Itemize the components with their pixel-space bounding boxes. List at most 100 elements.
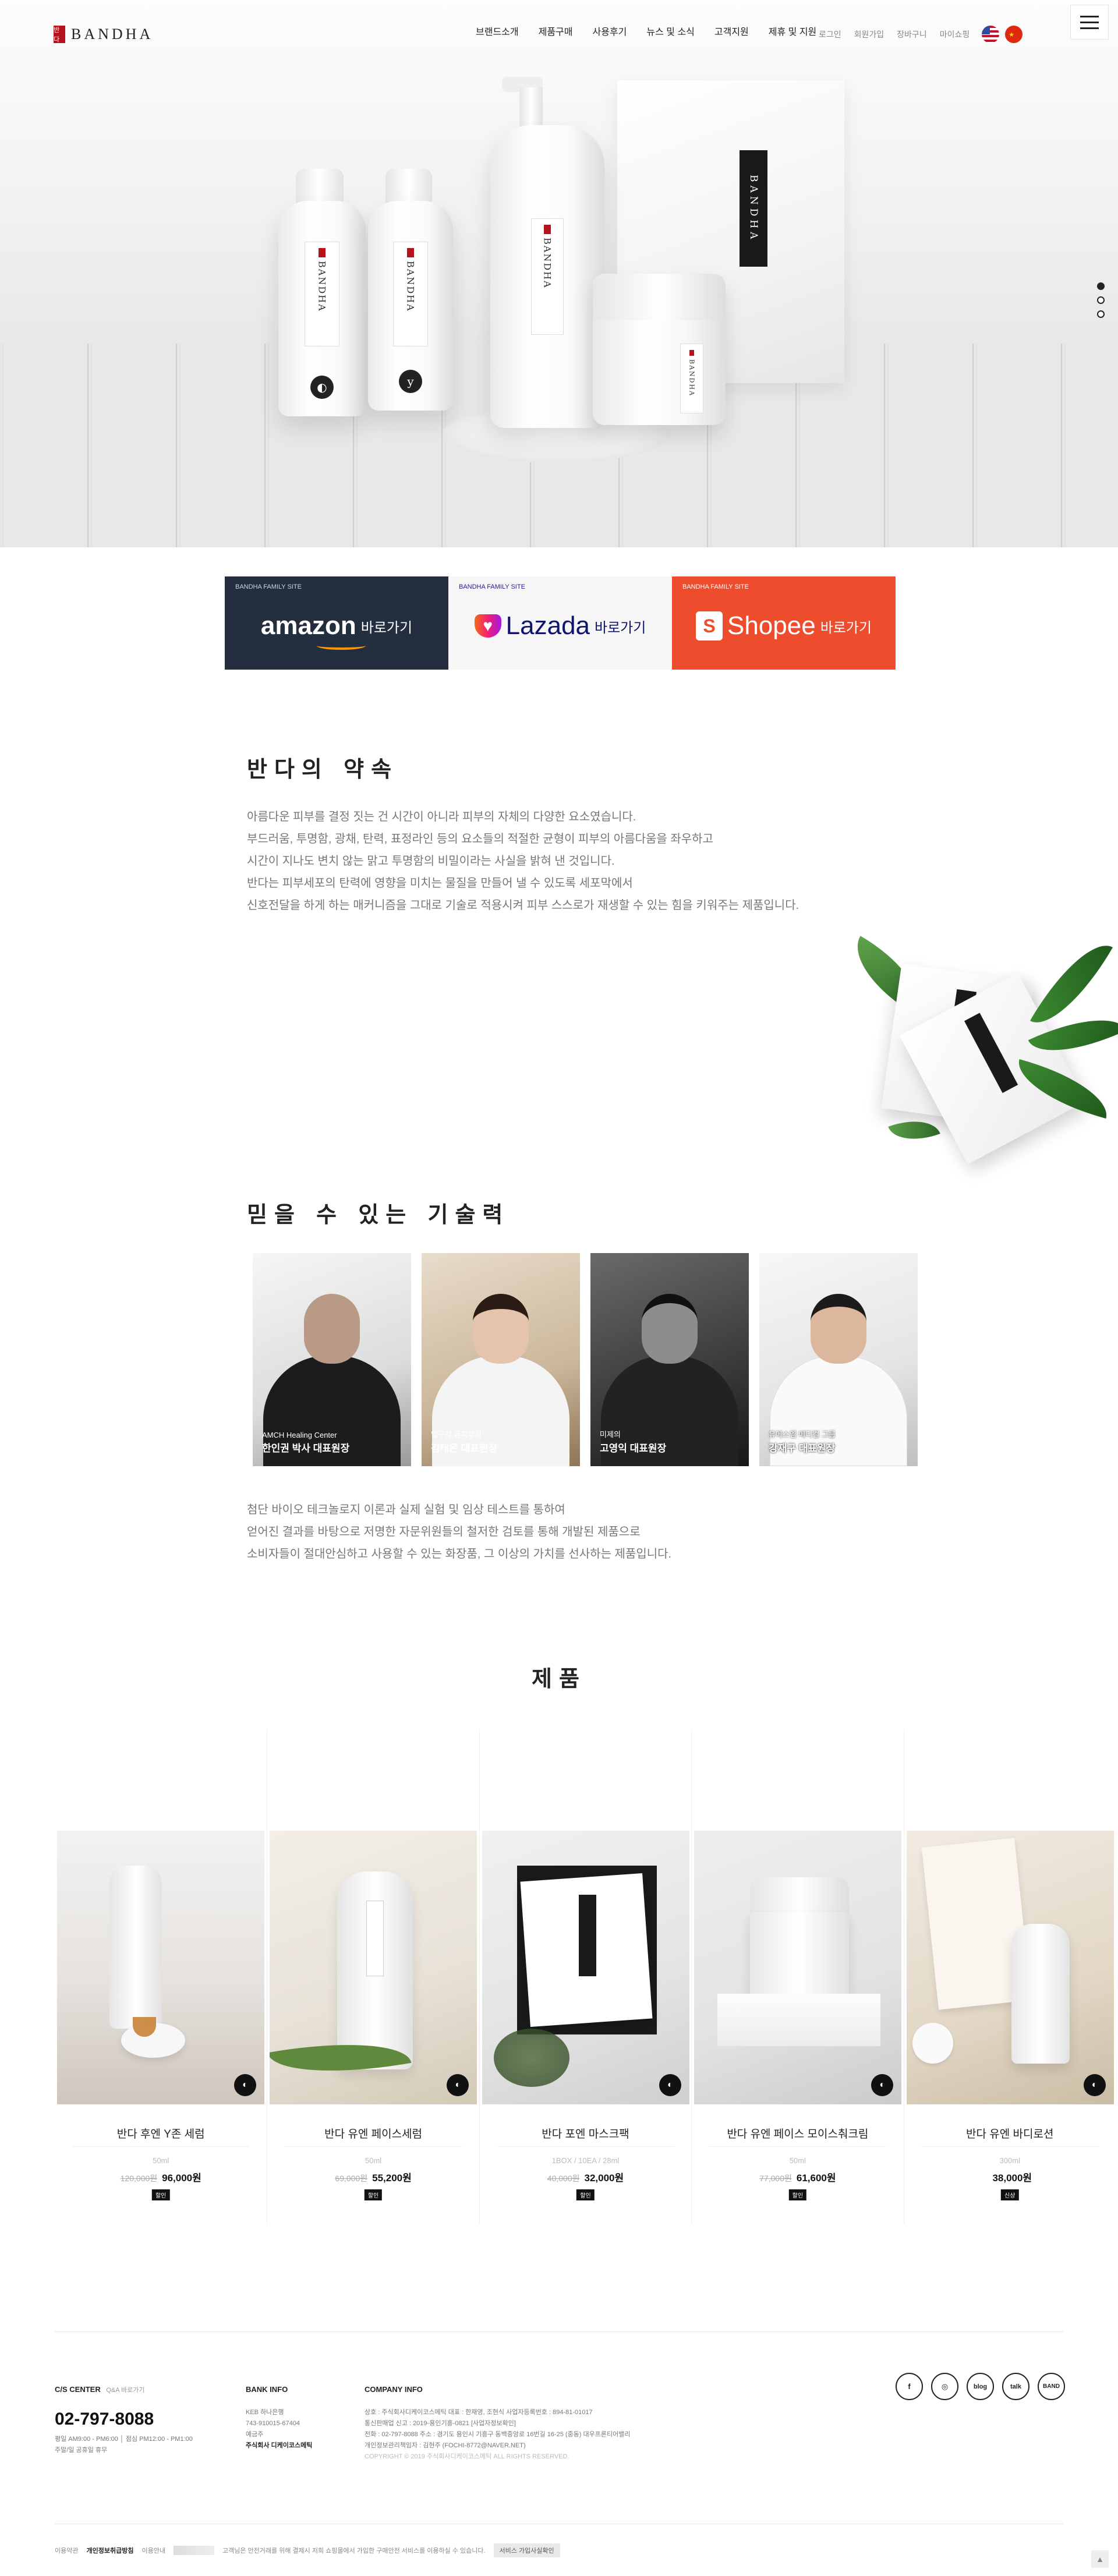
cart-icon[interactable]: ◐ — [234, 2074, 256, 2096]
escrow-check-button[interactable]: 서비스 가입사실확인 — [493, 2543, 560, 2557]
amazon-logo-text: amazon — [260, 611, 356, 640]
product-volume: 300ml — [999, 2156, 1020, 2165]
original-price: 77,000원 — [759, 2174, 792, 2183]
trust-title: 믿을 수 있는 기술력 — [247, 1202, 510, 1227]
product-name[interactable]: 반다 후엔 Y존 세럼 — [55, 2125, 267, 2141]
privacy-link[interactable]: 개인정보취급방침 — [86, 2546, 133, 2555]
nav-brand[interactable]: 브랜드소개 — [466, 26, 529, 40]
promise-title: 반다의 약속 — [247, 756, 399, 782]
shopee-logo-text: Shopee — [727, 611, 816, 640]
escrow-logo — [173, 2546, 214, 2555]
kakao-talk-icon[interactable]: talk — [1002, 2373, 1029, 2400]
cart-icon[interactable]: ◐ — [1083, 2074, 1106, 2096]
product-card[interactable]: ◐ 반다 포엔 마스크팩 1BOX / 10EA / 28ml 40,000원 3… — [479, 1729, 691, 2224]
product-card[interactable]: ◐ 반다 유엔 페이스 모이스춰크림 50ml 77,000원 61,600원 할… — [691, 1729, 903, 2224]
nav-news[interactable]: 뉴스 및 소식 — [636, 26, 705, 40]
expert-card: AMCH Healing Center 한인권 박사 대표원장 — [253, 1253, 411, 1466]
product-volume: 50ml — [365, 2156, 382, 2165]
bottle-label: BANDHA — [305, 242, 339, 346]
bank-info: KEB 하나은행 743-910015-67404 예금주 주식회사 디케이코스… — [246, 2409, 313, 2449]
instagram-icon[interactable]: ◎ — [931, 2373, 958, 2400]
product-image[interactable]: ◐ — [270, 1831, 477, 2104]
terms-link[interactable]: 이용약관 — [55, 2546, 78, 2555]
product-volume: 1BOX / 10EA / 28ml — [551, 2156, 620, 2165]
hamburger-menu-button[interactable] — [1070, 5, 1109, 40]
slide-dot[interactable] — [1097, 310, 1105, 318]
guide-link[interactable]: 이용안내 — [141, 2546, 165, 2555]
bank-info-title: BANK INFO — [246, 2385, 288, 2394]
family-amazon-link[interactable]: BANDHA FAMILY SITE amazon 바로가기 — [225, 576, 448, 670]
expert-name: 강재구 대표원장 — [769, 1443, 836, 1454]
family-shopee-link[interactable]: BANDHA FAMILY SITE S Shopee 바로가기 — [672, 576, 896, 670]
product-image[interactable]: ◐ — [57, 1831, 264, 2104]
product-name[interactable]: 반다 포엔 마스크팩 — [480, 2125, 691, 2141]
product-name[interactable]: 반다 유엔 페이스 모이스춰크림 — [692, 2125, 903, 2141]
cn-flag-icon[interactable]: ★ — [1005, 26, 1023, 43]
cart-icon[interactable]: ◐ — [447, 2074, 469, 2096]
band-icon[interactable]: BAND — [1038, 2373, 1065, 2400]
hero-slide-indicator — [1097, 282, 1105, 318]
qna-link[interactable]: Q&A 바로가기 — [106, 2387, 144, 2394]
product-badge: 할인 — [576, 2189, 595, 2200]
product-card[interactable]: ◐ 반다 유엔 페이스세럼 50ml 69,000원 55,200원 할인 — [267, 1729, 479, 2224]
product-image[interactable]: ◐ — [482, 1831, 689, 2104]
slide-dot[interactable] — [1097, 296, 1105, 304]
blog-icon[interactable]: blog — [967, 2373, 994, 2400]
trust-line: 소비자들이 절대안심하고 사용할 수 있는 화장품, 그 이상의 가치를 선사하… — [247, 1548, 672, 1561]
menu-bar — [1080, 15, 1099, 17]
promise-text: 아름다운 피부를 결정 짓는 건 시간이 아니라 피부의 자체의 다양한 요소였… — [247, 806, 905, 917]
product-card[interactable]: ◐ 반다 후엔 Y존 세럼 50ml 120,000원 96,000원 할인 — [55, 1729, 267, 2224]
hero-bottle-face-serum: BANDHA y — [368, 201, 453, 411]
family-tag: BANDHA FAMILY SITE — [682, 583, 749, 590]
products-title: 제품 — [532, 1666, 586, 1692]
nav-reviews[interactable]: 사용후기 — [583, 26, 637, 40]
mypage-link[interactable]: 마이쇼핑 — [933, 27, 977, 41]
product-badge: 할인 — [788, 2189, 807, 2200]
lazada-heart-icon: ♥ — [474, 614, 501, 638]
menu-bar — [1080, 27, 1099, 29]
nav-shop[interactable]: 제품구매 — [529, 26, 583, 40]
product-image[interactable]: ◐ — [906, 1831, 1114, 2104]
slide-dot[interactable] — [1097, 282, 1105, 290]
cart-icon[interactable]: ◐ — [659, 2074, 681, 2096]
shopee-brand: S Shopee 바로가기 — [672, 611, 896, 641]
scroll-top-icon[interactable]: ▲ — [1091, 2550, 1109, 2568]
facebook-icon[interactable]: f — [896, 2373, 923, 2400]
sale-price: 61,600원 — [796, 2172, 836, 2184]
shopee-bag-icon: S — [695, 611, 723, 641]
sale-price: 38,000원 — [992, 2172, 1032, 2184]
login-link[interactable]: 로그인 — [812, 27, 848, 41]
product-price: 38,000원 — [904, 2170, 1116, 2184]
footer-divider — [55, 2331, 1063, 2332]
expert-affiliation: 압구정 유피부과 — [431, 1430, 482, 1439]
site-logo[interactable]: 반다 BANDHA — [54, 26, 153, 43]
logo-seal-icon: 반다 — [54, 26, 65, 43]
expert-affiliation: 미제의 — [600, 1430, 621, 1439]
go-label: 바로가기 — [360, 620, 413, 636]
bottle-logo-icon: ◐ — [310, 376, 334, 399]
footer-bottom-bar: 이용약관 개인정보취급방침 이용안내 고객님은 안전거래를 위해 결제시 저희 … — [55, 2543, 560, 2557]
util-nav: 로그인 회원가입 장바구니 마이쇼핑 ★ — [812, 26, 1023, 43]
join-link[interactable]: 회원가입 — [848, 27, 891, 41]
sale-price: 32,000원 — [584, 2172, 624, 2184]
product-name[interactable]: 반다 유엔 바디로션 — [904, 2125, 1116, 2141]
company-info: 상호 : 주식회사디케이코스메틱 대표 : 한재영, 조현식 사업자등록번호 :… — [365, 2409, 631, 2460]
family-lazada-link[interactable]: BANDHA FAMILY SITE ♥ Lazada 바로가기 — [448, 576, 672, 670]
leaf — [888, 1110, 940, 1150]
original-price: 40,000원 — [547, 2174, 580, 2183]
us-flag-icon[interactable] — [982, 26, 1000, 43]
cart-link[interactable]: 장바구니 — [890, 27, 933, 41]
product-card[interactable]: ◐ 반다 유엔 바디로션 300ml 38,000원 신상 — [903, 1729, 1116, 2224]
product-price: 77,000원 61,600원 — [692, 2170, 903, 2184]
nav-support[interactable]: 고객지원 — [705, 26, 759, 40]
escrow-text: 고객님은 안전거래를 위해 결제시 저희 쇼핑몰에서 가입한 구매안전 서비스를… — [222, 2547, 486, 2554]
product-image[interactable]: ◐ — [694, 1831, 902, 2104]
divider — [921, 2146, 1099, 2147]
cart-icon[interactable]: ◐ — [871, 2074, 894, 2096]
expert-affiliation: AMCH Healing Center — [262, 1431, 337, 1439]
product-name[interactable]: 반다 유엔 페이스세럼 — [267, 2125, 479, 2141]
lazada-brand: ♥ Lazada 바로가기 — [448, 611, 672, 641]
social-links: f ◎ blog talk BAND — [896, 2373, 1065, 2400]
product-price: 40,000원 32,000원 — [480, 2170, 691, 2184]
trust-line: 얻어진 결과를 바탕으로 저명한 자문위원들의 철저한 검토를 통해 개발된 제… — [247, 1526, 641, 1538]
